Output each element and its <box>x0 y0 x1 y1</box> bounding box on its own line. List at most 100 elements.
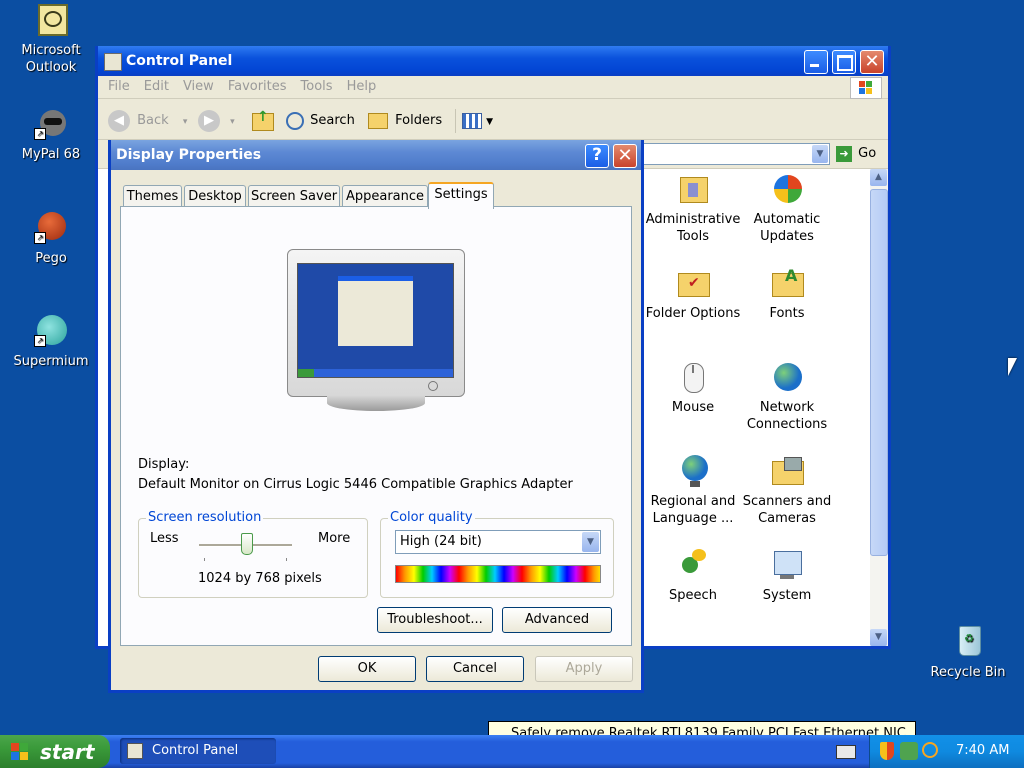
views-dropdown-icon: ▼ <box>486 117 494 127</box>
go-button[interactable]: ➜ Go <box>836 144 876 164</box>
cp-item-fonts[interactable]: A Fonts <box>739 267 835 322</box>
resolution-slider[interactable] <box>199 533 292 563</box>
cp-item-scanners-cameras[interactable]: Scanners and Cameras <box>739 455 835 527</box>
windows-logo-icon <box>11 743 29 761</box>
menu-file[interactable]: File <box>108 79 130 94</box>
search-tray-icon[interactable] <box>922 742 938 758</box>
mouse-icon <box>676 361 710 395</box>
ok-button[interactable]: OK <box>318 656 416 682</box>
go-arrow-icon: ➜ <box>836 145 852 162</box>
address-input[interactable]: ▼ <box>618 143 830 165</box>
pego-icon: ↗ <box>34 212 68 246</box>
speech-icon <box>676 549 710 583</box>
taskbar: start Control Panel 7:40 AM <box>0 735 1024 768</box>
menu-tools[interactable]: Tools <box>301 79 333 94</box>
resolution-less-label: Less <box>150 531 179 546</box>
forward-button[interactable]: ▶ ▾ <box>198 109 235 133</box>
menu-view[interactable]: View <box>183 79 214 94</box>
menu-edit[interactable]: Edit <box>144 79 169 94</box>
views-button[interactable]: ▼ <box>455 109 493 133</box>
security-shield-icon[interactable] <box>880 742 894 760</box>
cp-item-label: Connections <box>746 417 828 432</box>
display-label: Display: <box>138 457 190 472</box>
control-panel-titlebar[interactable]: Control Panel ✕ <box>98 46 888 76</box>
administrative-tools-icon <box>676 173 710 207</box>
search-button[interactable]: Search <box>286 109 355 133</box>
maximize-button[interactable] <box>832 50 856 74</box>
vertical-scrollbar[interactable]: ▲ ▼ <box>870 169 888 646</box>
up-folder-button[interactable]: ↑ <box>250 109 276 133</box>
tab-themes[interactable]: Themes <box>123 185 182 208</box>
folders-button[interactable]: Folders <box>368 109 442 133</box>
desktop-icon-outlook[interactable]: Microsoft Outlook <box>9 4 93 76</box>
desktop-icon-pego[interactable]: ↗ Pego <box>9 212 93 267</box>
chevron-down-icon[interactable]: ▼ <box>582 532 599 552</box>
desktop-icon-mypal[interactable]: ↗ MyPal 68 <box>9 108 93 163</box>
recycle-bin-icon: ♻ <box>951 626 985 660</box>
tab-screen-saver[interactable]: Screen Saver <box>248 185 340 208</box>
go-label: Go <box>858 146 877 161</box>
monitor-stand <box>327 395 425 411</box>
scroll-up-button[interactable]: ▲ <box>870 169 887 186</box>
supermium-icon: ↗ <box>34 315 68 349</box>
automatic-updates-icon <box>770 173 804 207</box>
taskbar-button-control-panel[interactable]: Control Panel <box>120 738 276 764</box>
desktop-icon-supermium[interactable]: ↗ Supermium <box>9 315 93 370</box>
color-spectrum-bar <box>395 565 601 583</box>
minimize-button[interactable] <box>804 50 828 74</box>
scanners-cameras-icon <box>770 455 804 489</box>
tab-settings[interactable]: Settings <box>428 182 494 209</box>
scroll-thumb[interactable] <box>870 189 888 556</box>
cp-item-label: Updates <box>760 229 814 244</box>
cp-item-network-connections[interactable]: Network Connections <box>739 361 835 433</box>
troubleshoot-button[interactable]: Troubleshoot... <box>377 607 493 633</box>
toolbar: ◀ Back ▾ ▶ ▾ ↑ Search Folders ▼ <box>98 99 888 140</box>
apply-button[interactable]: Apply <box>535 656 633 682</box>
cp-item-system[interactable]: System <box>739 549 835 604</box>
scroll-down-button[interactable]: ▼ <box>870 629 887 646</box>
cp-item-administrative-tools[interactable]: Administrative Tools <box>645 173 741 245</box>
tab-desktop[interactable]: Desktop <box>184 185 246 208</box>
tab-strip: Themes Desktop Screen Saver Appearance S… <box>120 182 620 209</box>
desktop-icon-recycle-bin[interactable]: ♻ Recycle Bin <box>926 626 1010 681</box>
clock[interactable]: 7:40 AM <box>956 743 1009 758</box>
cp-item-mouse[interactable]: Mouse <box>645 361 741 416</box>
cp-item-folder-options[interactable]: ✔ Folder Options <box>645 267 741 322</box>
dialog-titlebar[interactable]: Display Properties ? ✕ <box>111 140 641 170</box>
start-button[interactable]: start <box>0 735 110 768</box>
forward-arrow-icon: ▶ <box>198 109 220 132</box>
cp-item-regional-language[interactable]: Regional and Language ... <box>645 455 741 527</box>
cp-item-label: Network <box>759 400 815 415</box>
menu-help[interactable]: Help <box>347 79 377 94</box>
control-panel-task-icon <box>127 743 143 759</box>
slider-thumb[interactable] <box>241 533 253 555</box>
back-button[interactable]: ◀ Back ▾ <box>108 109 187 133</box>
settings-page: Display: Default Monitor on Cirrus Logic… <box>120 206 632 646</box>
address-dropdown-icon[interactable]: ▼ <box>812 145 828 163</box>
fonts-icon: A <box>770 267 804 301</box>
cp-item-automatic-updates[interactable]: Automatic Updates <box>739 173 835 245</box>
cp-item-label: System <box>762 588 812 603</box>
cancel-button[interactable]: Cancel <box>426 656 524 682</box>
cp-item-label: Mouse <box>671 400 715 415</box>
window-title: Control Panel <box>126 53 233 69</box>
resolution-more-label: More <box>318 531 351 546</box>
cp-item-label: Fonts <box>769 306 805 321</box>
cp-item-speech[interactable]: Speech <box>645 549 741 604</box>
forward-dropdown-icon: ▾ <box>230 117 235 127</box>
system-tray: 7:40 AM <box>869 735 1024 768</box>
network-connections-icon <box>770 361 804 395</box>
color-quality-select[interactable]: High (24 bit) ▼ <box>395 530 601 554</box>
help-button[interactable]: ? <box>585 144 609 168</box>
cp-item-label: Administrative <box>645 212 741 227</box>
menu-favorites[interactable]: Favorites <box>228 79 287 94</box>
dialog-close-button[interactable]: ✕ <box>613 144 637 168</box>
tab-appearance[interactable]: Appearance <box>342 185 428 208</box>
mypal-raccoon-icon: ↗ <box>34 108 68 142</box>
advanced-button[interactable]: Advanced <box>502 607 612 633</box>
close-button[interactable]: ✕ <box>860 50 884 74</box>
folder-options-icon: ✔ <box>676 267 710 301</box>
cp-item-label: Automatic <box>753 212 821 227</box>
keyboard-icon[interactable] <box>836 745 856 759</box>
safely-remove-hardware-icon[interactable] <box>900 742 918 760</box>
